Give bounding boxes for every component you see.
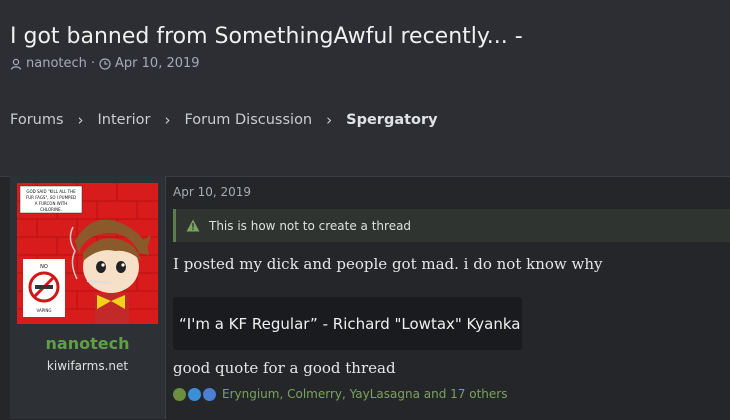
thread-title: I got banned from SomethingAwful recentl… <box>10 24 523 49</box>
reactions-users-link[interactable]: Eryngium, Colmerry, YayLasagna and 17 ot… <box>222 387 507 401</box>
breadcrumb-interior[interactable]: Interior <box>98 112 151 128</box>
quote-text: “I'm a KF Regular” - Richard "Lowtax" Ky… <box>179 314 521 333</box>
post-date-link[interactable]: Apr 10, 2019 <box>173 185 251 199</box>
sign-no-text: NO <box>40 264 48 270</box>
reaction-agree-icon <box>173 387 186 401</box>
user-icon <box>10 58 22 70</box>
quote-block: “I'm a KF Regular” - Richard "Lowtax" Ky… <box>173 297 522 350</box>
reaction-informative-icon <box>188 387 201 401</box>
reactions-bar[interactable]: Eryngium, Colmerry, YayLasagna and 17 ot… <box>173 387 507 401</box>
post-username[interactable]: nanotech <box>10 334 165 353</box>
clock-icon <box>99 57 111 70</box>
warning-notice: This is how not to create a thread <box>173 209 730 242</box>
sign-vaping-text: VAPING <box>37 308 52 313</box>
user-title: kiwifarms.net <box>46 359 129 373</box>
breadcrumb: Forums › Interior › Forum Discussion › S… <box>10 111 438 129</box>
thread-date-link[interactable]: Apr 10, 2019 <box>115 56 200 71</box>
reaction-like-icon <box>203 387 216 401</box>
avatar[interactable]: GOD SAID "KILL ALL THE FUR FAGS", SO I PU… <box>17 183 158 324</box>
avatar-image: GOD SAID "KILL ALL THE FUR FAGS", SO I PU… <box>17 183 158 324</box>
meta-separator: · <box>90 56 96 71</box>
breadcrumb-spergatory[interactable]: Spergatory <box>346 112 437 128</box>
thread-author-link[interactable]: nanotech <box>26 56 87 71</box>
chevron-right-icon: › <box>326 111 333 129</box>
thread-meta: nanotech · Apr 10, 2019 <box>10 56 200 71</box>
chevron-right-icon: › <box>164 111 171 129</box>
breadcrumb-forums[interactable]: Forums <box>10 112 64 128</box>
post-body-line-1: I posted my dick and people got mad. i d… <box>173 255 603 273</box>
post-body-line-2: good quote for a good thread <box>173 359 396 377</box>
warning-text: This is how not to create a thread <box>209 218 412 233</box>
warning-triangle-icon <box>186 219 200 232</box>
breadcrumb-forum-discussion[interactable]: Forum Discussion <box>184 112 312 128</box>
chevron-right-icon: › <box>77 111 84 129</box>
